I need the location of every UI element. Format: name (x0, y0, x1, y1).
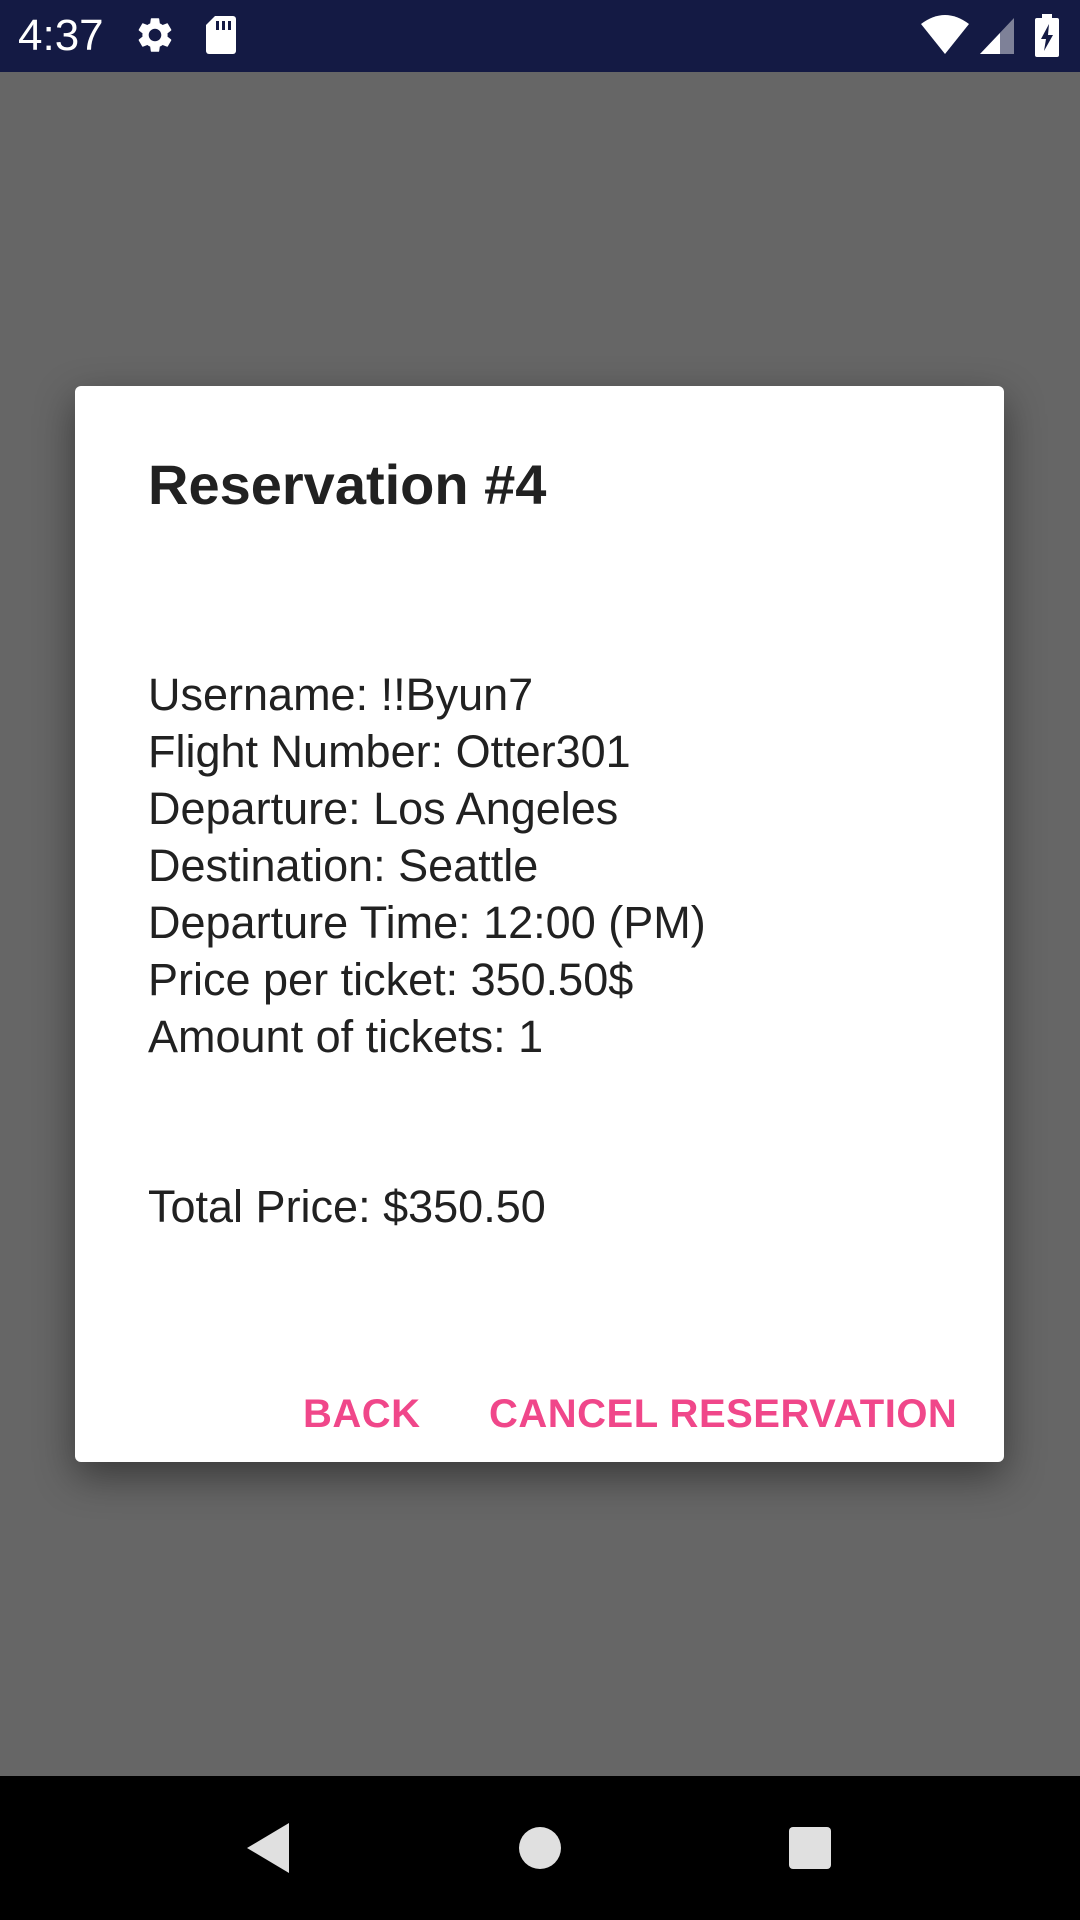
detail-departure: Departure: Los Angeles (148, 783, 619, 834)
settings-icon (134, 14, 176, 61)
recents-icon (789, 1827, 831, 1869)
nav-recents-button[interactable] (738, 1776, 882, 1920)
reservation-details: Username: !!Byun7 Flight Number: Otter30… (148, 666, 706, 1065)
back-button[interactable]: BACK (303, 1386, 421, 1442)
nav-back-button[interactable] (196, 1776, 340, 1920)
back-icon (247, 1823, 289, 1873)
sd-card-icon (204, 14, 238, 61)
detail-ticket-amount: Amount of tickets: 1 (148, 1011, 544, 1062)
detail-flight-number: Flight Number: Otter301 (148, 726, 631, 777)
cancel-reservation-button[interactable]: CANCEL RESERVATION (489, 1386, 957, 1442)
signal-icon (978, 14, 1016, 61)
detail-destination: Destination: Seattle (148, 840, 539, 891)
detail-price-per-ticket: Price per ticket: 350.50$ (148, 954, 634, 1005)
dialog-title: Reservation #4 (148, 453, 547, 516)
navigation-bar (0, 1776, 1080, 1920)
status-time: 4:37 (18, 11, 104, 60)
battery-charging-icon (1034, 14, 1060, 63)
wifi-icon (920, 14, 970, 61)
detail-username: Username: !!Byun7 (148, 669, 534, 720)
reservation-dialog: Reservation #4 Username: !!Byun7 Flight … (75, 386, 1004, 1462)
detail-departure-time: Departure Time: 12:00 (PM) (148, 897, 706, 948)
status-bar: 4:37 (0, 0, 1080, 72)
total-price: Total Price: $350.50 (148, 1181, 546, 1232)
home-icon (519, 1827, 561, 1869)
nav-home-button[interactable] (468, 1776, 612, 1920)
